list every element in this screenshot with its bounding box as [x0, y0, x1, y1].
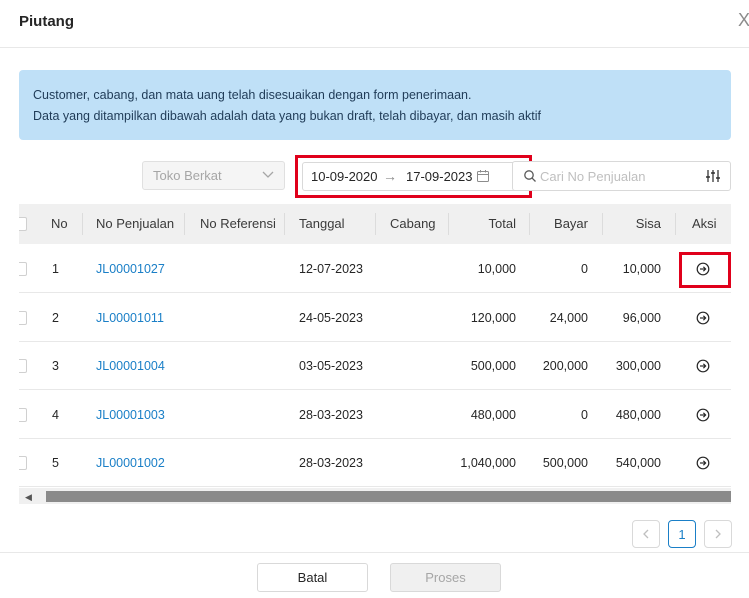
col-sisa: Sisa [635, 216, 661, 231]
col-divider [675, 213, 676, 235]
prev-page-button[interactable] [632, 520, 660, 548]
cell-total: 10,000 [477, 262, 516, 276]
col-divider [375, 213, 376, 235]
alert-line-2: Data yang ditampilkan dibawah adalah dat… [33, 109, 541, 123]
process-button[interactable]: Proses [390, 563, 501, 592]
col-divider [184, 213, 185, 235]
arrow-circle-right-icon[interactable] [696, 311, 710, 325]
select-all-checkbox[interactable] [19, 217, 27, 231]
date-range-picker[interactable]: 10-09-2020 → 17-09-2023 [302, 162, 525, 191]
col-no: No [51, 216, 68, 231]
modal-header: Piutang X [0, 0, 749, 48]
date-to[interactable]: 17-09-2023 [406, 169, 473, 184]
search-icon [524, 170, 536, 182]
col-tanggal: Tanggal [299, 216, 345, 231]
table-row: 1 JL00001027 12-07-2023 10,000 0 10,000 [19, 245, 731, 293]
cell-no: 3 [52, 359, 59, 373]
cell-total: 1,040,000 [460, 456, 516, 470]
cell-sisa: 540,000 [615, 456, 661, 470]
col-divider [284, 213, 285, 235]
cell-bayar: 24,000 [549, 310, 588, 325]
arrow-circle-right-icon[interactable] [696, 456, 710, 470]
arrow-circle-right-icon[interactable] [696, 359, 710, 373]
cell-sisa: 96,000 [622, 310, 661, 325]
cell-tanggal: 28-03-2023 [299, 456, 363, 470]
cell-sisa: 480,000 [615, 407, 661, 422]
sale-number-link[interactable]: JL00001003 [96, 408, 165, 422]
chevron-right-icon [715, 529, 721, 539]
col-bayar: Bayar [554, 216, 588, 231]
col-divider [82, 213, 83, 235]
col-no-penjualan: No Penjualan [96, 216, 175, 231]
cell-bayar: 0 [581, 262, 588, 276]
col-cabang: Cabang [390, 216, 436, 231]
table-row: 5 JL00001002 28-03-2023 1,040,000 500,000 540… [19, 439, 731, 487]
cell-bayar: 0 [581, 407, 588, 422]
cancel-button[interactable]: Batal [257, 563, 368, 592]
cell-bayar: 200,000 [542, 359, 588, 373]
row-checkbox[interactable] [19, 262, 27, 276]
calendar-icon [477, 170, 489, 182]
scroll-left-icon[interactable]: ◀ [25, 492, 32, 503]
close-icon[interactable]: X [738, 10, 749, 30]
cell-sisa: 300,000 [615, 359, 661, 373]
cell-tanggal: 28-03-2023 [299, 407, 363, 422]
sale-number-link[interactable]: JL00001027 [96, 262, 165, 276]
row-checkbox[interactable] [19, 310, 27, 325]
table-row: 3 JL00001004 03-05-2023 500,000 200,000 300,0… [19, 342, 731, 390]
piutang-modal: Piutang X Customer, cabang, dan mata uan… [0, 0, 749, 597]
sale-number-link[interactable]: JL00001004 [96, 359, 165, 373]
receivables-table: No No Penjualan No Referensi Tanggal Cab… [19, 204, 731, 505]
cell-total: 500,000 [470, 359, 516, 373]
cell-no: 1 [52, 262, 59, 276]
table-header: No No Penjualan No Referensi Tanggal Cab… [19, 204, 731, 244]
cell-tanggal: 03-05-2023 [299, 359, 363, 373]
cell-no: 2 [52, 310, 59, 325]
cell-no: 5 [52, 456, 59, 470]
row-checkbox[interactable] [19, 359, 27, 373]
row-checkbox[interactable] [19, 456, 27, 470]
cell-bayar: 500,000 [542, 456, 588, 470]
table-row: 4 JL00001003 28-03-2023 480,000 0 480,000 [19, 391, 731, 439]
date-range-arrow: → [383, 168, 397, 184]
horizontal-scrollbar[interactable]: ◀ [19, 488, 731, 504]
search-box[interactable] [512, 161, 731, 191]
chevron-down-icon [262, 171, 274, 178]
sale-number-link[interactable]: JL00001002 [96, 456, 165, 470]
current-page-number: 1 [678, 527, 686, 542]
scrollbar-thumb[interactable] [46, 491, 731, 502]
cell-tanggal: 12-07-2023 [299, 262, 363, 276]
info-alert: Customer, cabang, dan mata uang telah di… [19, 70, 731, 140]
col-total: Total [488, 216, 516, 231]
arrow-circle-right-icon[interactable] [696, 408, 710, 422]
row-checkbox[interactable] [19, 407, 27, 422]
date-from[interactable]: 10-09-2020 [311, 169, 378, 184]
filter-icon[interactable] [705, 168, 721, 184]
col-aksi: Aksi [692, 216, 717, 231]
alert-line-1: Customer, cabang, dan mata uang telah di… [33, 88, 472, 102]
chevron-left-icon [643, 529, 649, 539]
action-highlight [679, 252, 731, 288]
sale-number-link[interactable]: JL00001011 [96, 311, 164, 325]
cell-sisa: 10,000 [622, 262, 661, 276]
modal-title: Piutang [19, 13, 74, 30]
cell-tanggal: 24-05-2023 [299, 310, 363, 325]
modal-footer: Batal Proses [0, 552, 749, 598]
store-select[interactable]: Toko Berkat [142, 161, 285, 190]
cell-total: 120,000 [470, 310, 516, 325]
page-button-current[interactable]: 1 [668, 520, 696, 548]
col-no-referensi: No Referensi [200, 216, 276, 231]
store-select-value: Toko Berkat [153, 168, 222, 183]
cell-total: 480,000 [470, 407, 516, 422]
next-page-button[interactable] [704, 520, 732, 548]
table-row: 2 JL00001011 24-05-2023 120,000 24,000 96,000 [19, 294, 731, 342]
search-input[interactable] [540, 166, 700, 186]
cell-no: 4 [52, 407, 59, 422]
